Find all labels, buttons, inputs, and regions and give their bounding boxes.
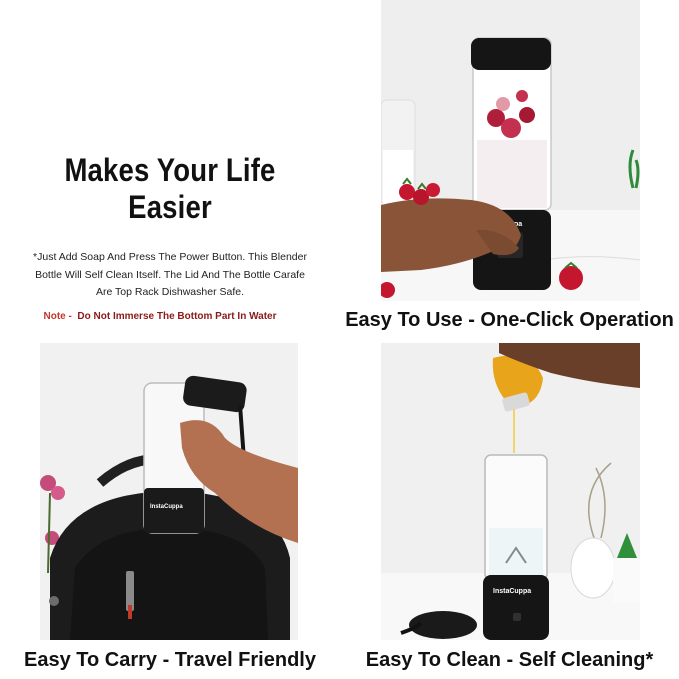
- photo-easy-to-clean: InstaCuppa: [381, 343, 640, 640]
- caption-easy-to-carry: Easy To Carry - Travel Friendly: [24, 649, 316, 671]
- photo-easy-to-clean-illustration: InstaCuppa: [381, 343, 640, 640]
- photo-easy-to-carry-illustration: InstaCuppa: [40, 343, 298, 640]
- photo-easy-to-use: InstaCuppa: [381, 0, 640, 301]
- brand-label: InstaCuppa: [150, 504, 183, 510]
- description-line: Bottle Will Self Clean Itself. The Lid A…: [35, 268, 305, 281]
- photo-easy-to-carry: InstaCuppa: [40, 343, 298, 640]
- description: *Just Add Soap And Press The Power Butto…: [0, 249, 340, 302]
- note-label: Note -: [43, 311, 72, 322]
- brand-label: InstaCuppa: [493, 588, 531, 595]
- description-line: Are Top Rack Dishwasher Safe.: [95, 286, 245, 298]
- note-text: Do Not Immerse The Bottom Part In Water: [77, 311, 277, 322]
- caption-easy-to-clean: Easy To Clean - Self Cleaning*: [365, 649, 654, 671]
- description-line: *Just Add Soap And Press The Power Butto…: [33, 251, 307, 263]
- headline: Makes Your Life Easier: [64, 152, 276, 225]
- photo-easy-to-use-illustration: InstaCuppa: [381, 0, 640, 301]
- note: Note - Do Not Immerse The Bottom Part In…: [0, 311, 320, 322]
- caption-easy-to-use: Easy To Use - One-Click Operation: [345, 309, 674, 331]
